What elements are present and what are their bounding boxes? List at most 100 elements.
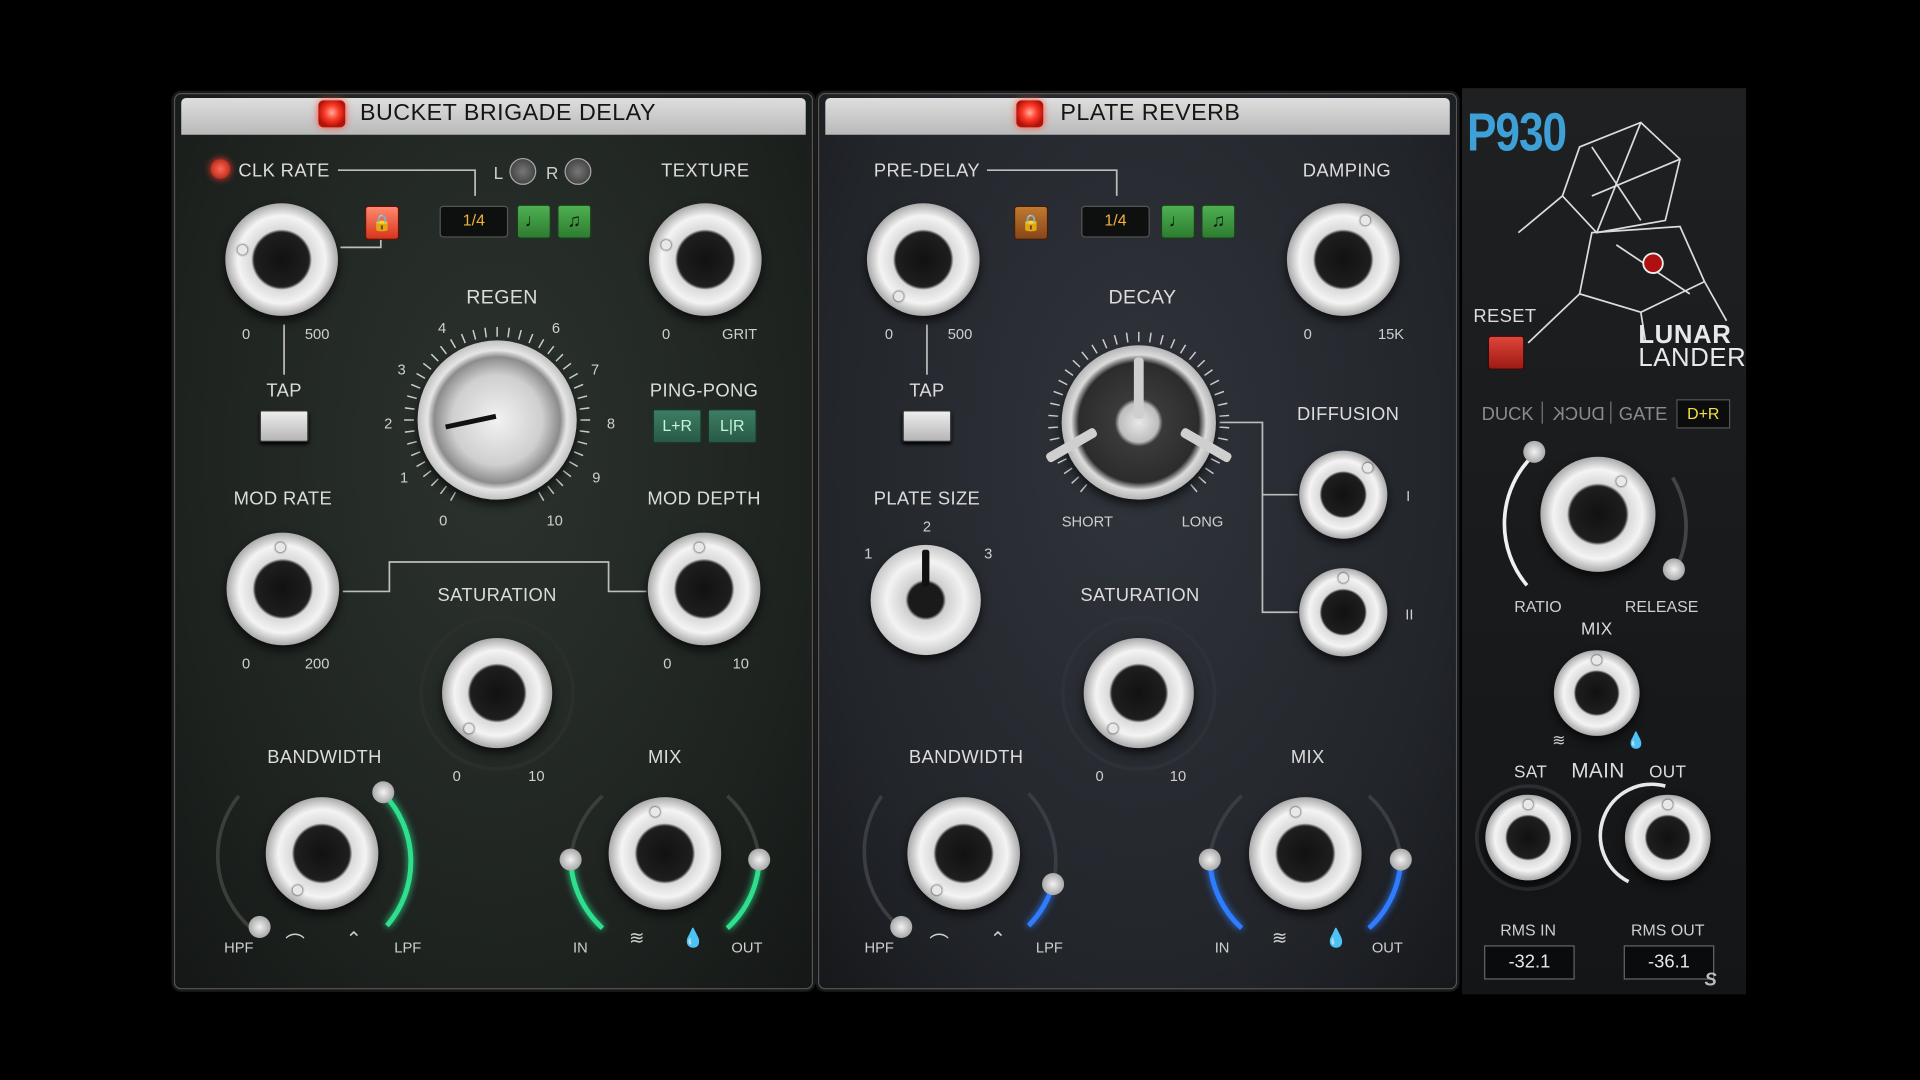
right-channel-knob[interactable] — [564, 157, 592, 185]
tick-mark — [528, 333, 534, 344]
p930-mix-label: MIX — [1580, 618, 1613, 638]
mode-gate[interactable]: GATE — [1619, 404, 1668, 425]
texture-knob[interactable] — [648, 203, 762, 316]
regen-tick-10: 10 — [546, 511, 563, 529]
texture-min: 0 — [662, 325, 671, 343]
reverb-steam-icon: ≋ — [1271, 928, 1288, 949]
ping-pong-lr-button[interactable]: L+R — [652, 408, 702, 444]
clk-rate-wire — [337, 169, 476, 196]
out-knob[interactable] — [1624, 794, 1711, 881]
regen-tick-4: 4 — [437, 319, 447, 337]
delay-mix-knob[interactable] — [608, 797, 722, 910]
reverb-lowpass-icon: ⌃ — [989, 929, 1007, 951]
tap-button[interactable] — [259, 410, 309, 443]
diffusion-ii-knob[interactable] — [1299, 568, 1388, 657]
plate-size-label: PLATE SIZE — [873, 488, 981, 510]
delay-mix-label: MIX — [648, 746, 682, 768]
regen-tick-7: 7 — [591, 361, 600, 379]
tick-mark — [407, 395, 417, 400]
clk-rate-knob[interactable] — [225, 203, 338, 316]
regen-tick-0: 0 — [439, 511, 448, 529]
delay-bandwidth-knob[interactable] — [265, 797, 379, 910]
mode-d-plus-r[interactable]: D+R — [1676, 399, 1731, 429]
reverb-saturation-min: 0 — [1095, 767, 1104, 785]
tick-mark — [1217, 437, 1228, 441]
reverb-in-handle[interactable] — [1198, 848, 1221, 871]
tick-mark — [555, 353, 564, 362]
ratio-handle[interactable] — [1523, 440, 1546, 463]
tick-mark — [484, 327, 488, 338]
reverb-bandwidth-knob[interactable] — [907, 797, 1021, 910]
tick-mark — [1053, 390, 1064, 396]
ping-pong-label: PING-PONG — [649, 380, 759, 402]
tick-mark — [1197, 359, 1206, 368]
delay-lowpass-icon: ⌃ — [345, 929, 363, 951]
delay-note-button[interactable]: ♩ — [516, 204, 552, 239]
reverb-saturation-knob[interactable] — [1083, 637, 1194, 749]
delay-lpf-handle[interactable] — [372, 781, 395, 804]
delay-mix-arc-left — [568, 859, 605, 930]
left-channel-label: L — [493, 162, 504, 183]
regen-knob[interactable] — [417, 340, 577, 500]
diffusion-ii-label: II — [1405, 606, 1414, 624]
ping-pong-l-or-r-button[interactable]: L|R — [707, 408, 757, 444]
tick-mark — [439, 345, 448, 355]
reverb-sync-lock-button[interactable]: 🔒 — [1013, 205, 1049, 241]
delay-sync-value[interactable]: 1/4 — [439, 205, 509, 238]
tick-mark — [1159, 334, 1164, 345]
clk-rate-max: 500 — [304, 325, 330, 343]
tick-mark — [460, 333, 466, 344]
main-label: MAIN — [1571, 759, 1625, 783]
tick-mark — [1071, 476, 1080, 484]
damping-knob[interactable] — [1286, 203, 1400, 316]
sat-knob[interactable] — [1485, 794, 1572, 881]
tick-mark — [449, 339, 457, 349]
tick-mark — [577, 440, 588, 445]
reverb-hpf-handle[interactable] — [890, 915, 913, 938]
clk-sync-lock-button[interactable]: 🔒 — [364, 205, 400, 241]
clk-rate-led[interactable] — [210, 159, 231, 179]
decay-knob[interactable] — [1044, 345, 1233, 500]
release-label: RELEASE — [1624, 597, 1699, 616]
reset-button[interactable] — [1487, 335, 1525, 370]
left-channel-knob[interactable] — [509, 157, 537, 185]
reverb-lpf-handle[interactable] — [1042, 873, 1065, 896]
tick-mark — [416, 372, 426, 380]
pre-delay-knob[interactable] — [866, 203, 980, 316]
delay-hpf-label: HPF — [224, 939, 254, 957]
reverb-tap-button[interactable] — [902, 410, 952, 443]
reverb-mix-knob[interactable] — [1248, 797, 1362, 910]
reverb-bandwidth-label: BANDWIDTH — [908, 746, 1024, 768]
reverb-sync-value[interactable]: 1/4 — [1081, 205, 1150, 238]
regen-tick-8: 8 — [606, 415, 616, 433]
p930-mix-knob[interactable] — [1553, 650, 1640, 736]
rms-out-label: RMS OUT — [1631, 920, 1705, 940]
mod-rate-knob[interactable] — [226, 532, 340, 646]
tick-mark — [555, 478, 564, 487]
reverb-note-button[interactable]: ♩ — [1160, 204, 1196, 239]
reverb-notes-button[interactable]: ♫ — [1201, 204, 1236, 239]
rms-in-label: RMS IN — [1500, 920, 1557, 940]
mode-duck-reversed[interactable]: DUCK — [1553, 404, 1605, 425]
delay-hpf-handle[interactable] — [248, 915, 271, 938]
delay-saturation-knob[interactable] — [442, 637, 553, 749]
tap-label: TAP — [266, 380, 302, 402]
reverb-out-handle[interactable] — [1389, 848, 1412, 871]
reverb-lpf-label: LPF — [1035, 939, 1063, 957]
ratio-release-knob[interactable] — [1540, 456, 1656, 572]
pre-delay-min: 0 — [884, 325, 894, 343]
mode-duck[interactable]: DUCK — [1482, 404, 1534, 425]
tick-mark — [1219, 426, 1230, 429]
delay-out-handle[interactable] — [748, 848, 771, 871]
delay-notes-button[interactable]: ♫ — [557, 204, 592, 239]
diffusion-i-knob[interactable] — [1299, 450, 1388, 539]
tick-mark — [562, 470, 572, 478]
texture-max: GRIT — [722, 325, 758, 343]
plate-size-selector[interactable] — [870, 544, 981, 656]
mod-depth-knob[interactable] — [647, 532, 761, 646]
ratio-arc — [1502, 454, 1535, 587]
delay-in-handle[interactable] — [559, 848, 582, 871]
plate-size-1: 1 — [864, 544, 873, 563]
release-handle[interactable] — [1662, 558, 1685, 581]
reverb-hpf-label: HPF — [864, 939, 894, 957]
